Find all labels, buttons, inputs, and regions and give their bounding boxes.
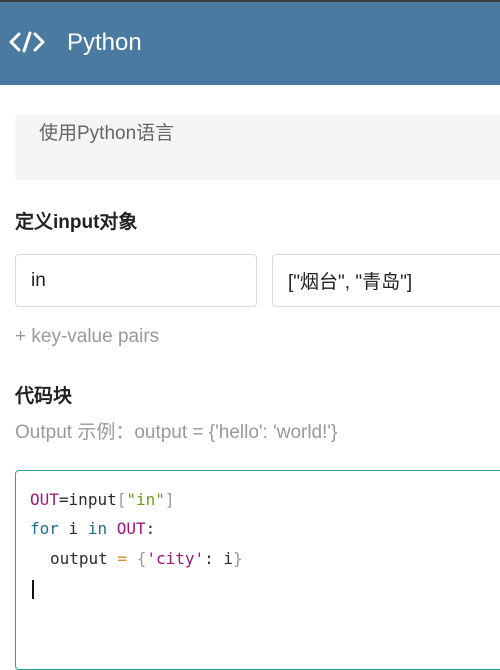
input-key-field[interactable] <box>15 254 257 307</box>
code-token: OUT <box>30 490 59 509</box>
add-key-value-pairs-link[interactable]: + key-value pairs <box>15 325 159 349</box>
description-text: 使用Python语言 <box>39 123 175 144</box>
code-token: for <box>30 519 59 538</box>
code-token: { <box>136 549 147 568</box>
app-header: Python <box>0 0 500 85</box>
code-token: i <box>223 549 234 568</box>
description-box: 使用Python语言 <box>15 115 500 180</box>
code-token: in <box>87 519 108 538</box>
input-section-title: 定义input对象 <box>15 212 138 233</box>
code-line-1: OUT=input["in"] <box>30 489 175 511</box>
code-token: i <box>58 519 88 538</box>
code-token: output <box>50 549 108 568</box>
code-token: = <box>107 549 137 568</box>
header-title: Python <box>67 29 142 56</box>
code-token: } <box>233 549 243 568</box>
code-token: [ <box>116 490 127 509</box>
code-icon <box>9 31 45 53</box>
code-line-2: for i in OUT: <box>30 518 155 540</box>
code-token: input <box>68 490 117 509</box>
input-value-field[interactable] <box>272 254 500 307</box>
code-section-title: 代码块 <box>15 386 73 407</box>
output-example-hint: Output 示例：output = {'hello': 'world!'} <box>15 422 338 443</box>
code-editor[interactable]: OUT=input["in"] for i in OUT: output = {… <box>15 470 500 670</box>
code-token: "in" <box>126 490 165 509</box>
code-token: : <box>145 519 156 538</box>
code-token: : <box>204 549 224 568</box>
code-token: 'city' <box>146 549 205 568</box>
text-cursor <box>32 580 34 599</box>
code-line-3: output = {'city': i} <box>50 548 243 570</box>
code-token: ] <box>164 490 175 509</box>
code-token: = <box>58 490 69 509</box>
code-token: OUT <box>116 519 146 538</box>
